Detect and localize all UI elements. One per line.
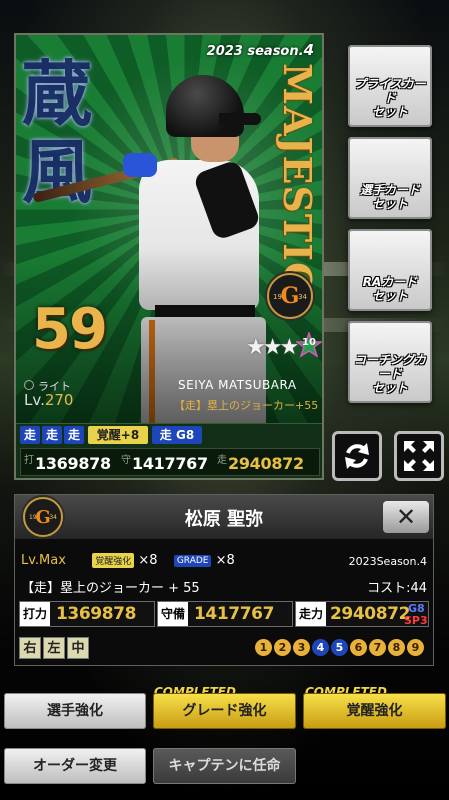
batting-order-dot: 7 [369, 639, 386, 656]
bat-graphic [32, 157, 181, 204]
info-cost: コスト:44 [367, 581, 427, 596]
defense-icon: 守 [121, 455, 131, 466]
grade-enhance-button[interactable]: グレード強化 [153, 693, 296, 729]
player-name: 松原 聖弥 [184, 509, 264, 530]
speed-value: 2940872 [330, 604, 411, 624]
batting-order-dot: 3 [293, 639, 310, 656]
batting-label: 打力 [20, 602, 51, 626]
rarity-stars: ★★★ [246, 335, 299, 360]
close-icon: ✕ [395, 503, 417, 531]
order-change-button[interactable]: オーダー変更 [4, 748, 146, 784]
rotate-icon [345, 443, 369, 469]
card-level: Lv.270 [24, 391, 74, 409]
coaching-card-set-label: コーチングカード セット [353, 353, 426, 395]
level-max: Lv.Max [21, 553, 66, 568]
player-illustration [32, 65, 281, 427]
batting-value: 1369878 [56, 604, 137, 624]
uniform-number: 59 [32, 297, 108, 362]
card-series-title: MAJESTIC [275, 63, 320, 294]
kakusei-enhance-button[interactable]: 覚醒強化 [303, 693, 446, 729]
card-speed-value: 2940872 [228, 454, 304, 473]
position-tile-right: 右 [19, 637, 41, 659]
defense-value: 1417767 [194, 604, 275, 624]
run-tag: 走 [20, 426, 40, 444]
batting-stat: 打力 1369878 [19, 601, 155, 627]
close-button[interactable]: ✕ [383, 501, 429, 533]
player-romaji-name: SEIYA MATSUBARA [178, 378, 297, 392]
card-batting-value: 1369878 [35, 454, 111, 473]
kakusei-badge: 覚醒強化 [92, 553, 135, 568]
position-tile-left: 左 [43, 637, 65, 659]
speed-icon: 走 [217, 455, 227, 466]
kakusei-tag: 覚醒+8 [88, 426, 148, 444]
card-stat-strip: 打 1369878 守 1417767 走 2940872 [20, 448, 320, 476]
player-info-panel: 19 G 34 松原 聖弥 ✕ Lv.Max 覚醒強化 ×8 GRADE ×8 … [14, 494, 434, 666]
rotate-card-button[interactable] [332, 431, 382, 481]
card-defense-value: 1417767 [132, 454, 208, 473]
speed-stat: 走力 2940872 G8 SP3 [295, 601, 429, 627]
batting-icon: 打 [24, 455, 34, 466]
batting-glove [123, 153, 157, 177]
run-tag: 走 [64, 426, 84, 444]
grade-tag: 走 G8 [152, 426, 202, 444]
price-card-set-button[interactable]: プライスカード セット [348, 45, 432, 127]
appoint-captain-button[interactable]: キャプテンに任命 [153, 748, 296, 784]
star-level-badge: 10 [294, 330, 322, 358]
player-body [139, 160, 259, 310]
player-card[interactable]: 蔵風 2023 season.4 MAJESTIC 59 19 G 34 ★★★… [14, 33, 324, 480]
info-season: 2023Season.4 [348, 555, 427, 568]
logo-year-right: 34 [298, 293, 307, 301]
kakusei-count: ×8 [138, 553, 158, 568]
helmet-brim [219, 113, 261, 125]
player-face [191, 120, 239, 162]
card-skill-caption: 【走】塁上のジョーカー+55 [174, 399, 319, 412]
star-badge-number: 10 [302, 337, 316, 348]
expand-card-button[interactable] [394, 431, 444, 481]
info-skill: 【走】塁上のジョーカー + 55 [21, 581, 200, 596]
sp-level-tag: SP3 [404, 614, 428, 627]
batting-order-dot: 4 [312, 639, 329, 656]
batting-order-dot: 9 [407, 639, 424, 656]
player-enhance-button[interactable]: 選手強化 [4, 693, 146, 729]
grade-count: ×8 [215, 553, 235, 568]
defense-stat: 守備 1417767 [157, 601, 293, 627]
ra-card-set-button[interactable]: RAカード セット [348, 229, 432, 311]
batting-order-dot: 8 [388, 639, 405, 656]
card-stat-area: 走 走 走 覚醒+8 走 G8 打 1369878 守 1417767 走 29… [16, 423, 322, 478]
grade-badge: GRADE [173, 554, 212, 567]
position-tile-center: 中 [67, 637, 89, 659]
player-card-set-label: 選手カード セット [359, 183, 420, 211]
level-grade-row: Lv.Max 覚醒強化 ×8 GRADE ×8 [21, 553, 235, 568]
player-belt [155, 305, 255, 319]
run-tag: 走 [42, 426, 62, 444]
expand-icon [404, 441, 434, 471]
info-header: 19 G 34 松原 聖弥 ✕ [15, 495, 433, 539]
player-card-set-button[interactable]: 選手カード セット [348, 137, 432, 219]
batting-order-dot: 1 [255, 639, 272, 656]
kanji-decoration: 蔵風 [22, 52, 92, 213]
price-card-set-label: プライスカード セット [354, 77, 426, 119]
player-sleeve [192, 158, 262, 242]
batting-order-dot: 2 [274, 639, 291, 656]
speed-label: 走力 [296, 602, 327, 626]
uniform-stripe [149, 320, 155, 425]
batting-helmet [166, 75, 244, 137]
batting-order-dot: 6 [350, 639, 367, 656]
coaching-card-set-button[interactable]: コーチングカード セット [348, 321, 432, 403]
batting-order-dot: 5 [331, 639, 348, 656]
team-logo: 19 G 34 [267, 273, 313, 319]
ra-card-set-label: RAカード セット [362, 275, 418, 303]
card-season-label: 2023 season.4 [206, 41, 314, 59]
defense-label: 守備 [158, 602, 189, 626]
